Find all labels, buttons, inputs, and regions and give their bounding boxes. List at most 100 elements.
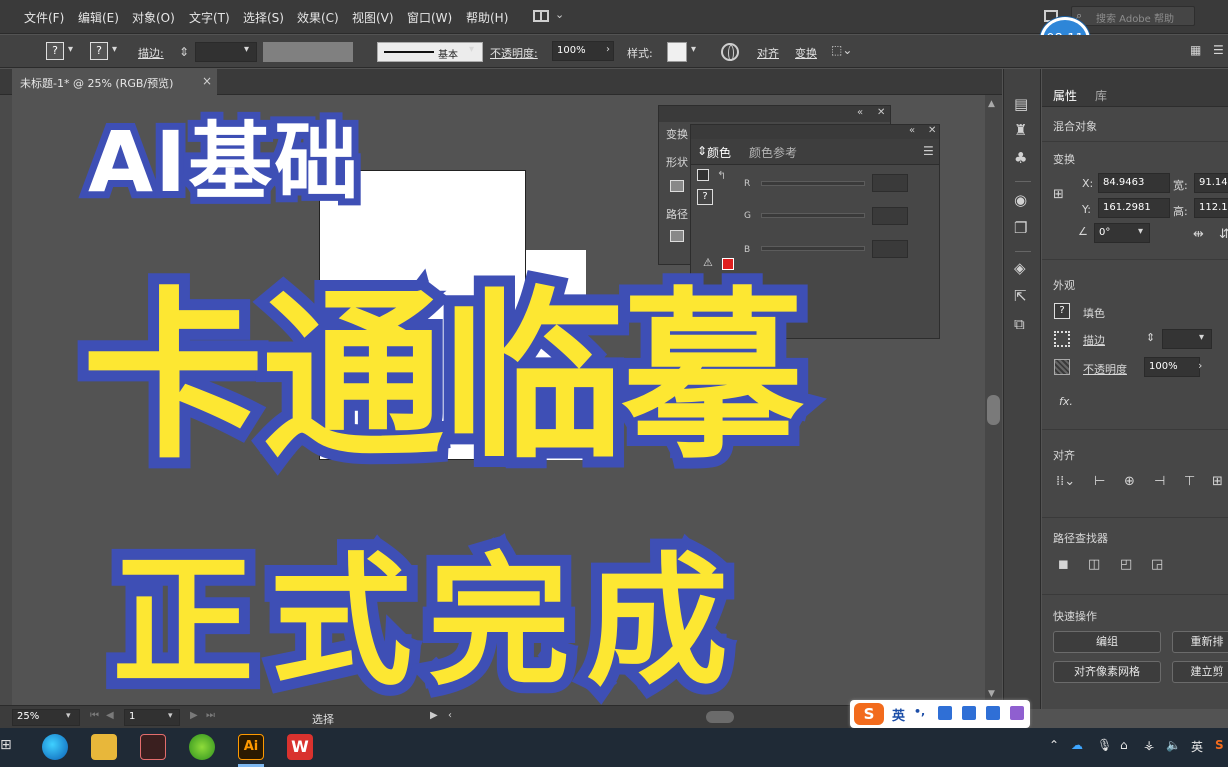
- chevron-right-icon[interactable]: ›: [606, 44, 610, 55]
- close-icon[interactable]: ×: [202, 74, 212, 88]
- close-icon[interactable]: ✕: [928, 125, 936, 136]
- transform-link[interactable]: 变换: [795, 45, 817, 61]
- sogou-tray-icon[interactable]: S: [1215, 738, 1224, 752]
- align-pixel-grid-button[interactable]: 对齐像素网格: [1053, 661, 1161, 683]
- sogou-logo[interactable]: S: [854, 703, 884, 725]
- fill-swatch[interactable]: ?: [1054, 303, 1070, 319]
- browser-icon[interactable]: [189, 734, 215, 760]
- power-icon[interactable]: ⌂: [1120, 738, 1128, 752]
- scroll-thumb[interactable]: [987, 395, 1000, 425]
- chevron-down-icon[interactable]: ▾: [168, 711, 173, 721]
- make-clipping-button[interactable]: 建立剪: [1172, 661, 1228, 683]
- chevron-down-icon[interactable]: ▾: [244, 44, 249, 55]
- unite-icon[interactable]: ◼: [1058, 557, 1069, 572]
- volume-icon[interactable]: 🔈: [1166, 738, 1181, 752]
- collapse-icon[interactable]: «: [909, 125, 915, 136]
- channel-r-value[interactable]: [872, 174, 908, 192]
- align-right-icon[interactable]: ⊣: [1154, 474, 1165, 489]
- menu-type[interactable]: 文字(T): [189, 9, 230, 26]
- onedrive-icon[interactable]: ☁: [1071, 738, 1083, 752]
- scroll-up-icon[interactable]: ▲: [988, 99, 995, 109]
- wps-icon[interactable]: W: [287, 734, 313, 760]
- properties-icon[interactable]: ▤: [1014, 95, 1028, 113]
- channel-b-value[interactable]: [872, 240, 908, 258]
- menu-edit[interactable]: 编辑(E): [78, 9, 119, 26]
- menu-help[interactable]: 帮助(H): [466, 9, 508, 26]
- microphone-icon[interactable]: 🎙: [1097, 738, 1112, 752]
- artboards-icon[interactable]: ⧉: [1014, 315, 1025, 333]
- opacity-label[interactable]: 不透明度:: [490, 45, 538, 61]
- stroke-swatch[interactable]: ?: [90, 42, 108, 60]
- edge-icon[interactable]: [42, 734, 68, 760]
- menu-effect[interactable]: 效果(C): [297, 9, 339, 26]
- flip-vertical-icon[interactable]: ⇵: [1219, 227, 1228, 242]
- skin-icon[interactable]: [986, 706, 1000, 720]
- panel-menu-icon[interactable]: ☰: [1213, 43, 1224, 57]
- opacity-label[interactable]: 不透明度: [1083, 361, 1127, 377]
- graphic-style-swatch[interactable]: [667, 42, 687, 62]
- tab-color-guide[interactable]: 颜色参考: [749, 144, 797, 161]
- tray-chevron-icon[interactable]: ⌃: [1049, 738, 1059, 752]
- chevron-down-icon[interactable]: ▾: [66, 711, 71, 721]
- layers-icon[interactable]: ◈: [1014, 259, 1026, 277]
- illustrator-icon[interactable]: Ai: [238, 734, 264, 760]
- chevron-down-icon[interactable]: ▾: [469, 44, 474, 55]
- stroke-swatch-mini[interactable]: ?: [697, 189, 713, 205]
- menu-object[interactable]: 对象(O): [132, 9, 175, 26]
- align-center-icon[interactable]: ⊕: [1124, 474, 1135, 489]
- intersect-icon[interactable]: ◰: [1120, 557, 1132, 572]
- tray-language[interactable]: 英: [1191, 738, 1203, 755]
- symbols-icon[interactable]: ♣: [1014, 149, 1027, 167]
- first-artboard-icon[interactable]: ⏮: [90, 710, 99, 721]
- align-top-icon[interactable]: ⊤: [1184, 474, 1195, 489]
- stepper-icon[interactable]: ⇕: [179, 45, 189, 59]
- reference-point-icon[interactable]: ⊞: [1053, 187, 1064, 202]
- chevron-down-icon[interactable]: ▾: [112, 44, 117, 55]
- group-button[interactable]: 编组: [1053, 631, 1161, 653]
- transform-tab[interactable]: 变换: [666, 126, 688, 142]
- close-icon[interactable]: ✕: [877, 107, 885, 118]
- panel-menu-icon[interactable]: ☰: [923, 144, 934, 158]
- fill-swatch[interactable]: ?: [46, 42, 64, 60]
- x-field[interactable]: 84.9463: [1098, 173, 1170, 193]
- chevron-down-icon[interactable]: ▾: [68, 44, 73, 55]
- microphone-icon[interactable]: [938, 706, 952, 720]
- export-icon[interactable]: ⇱: [1014, 287, 1027, 305]
- y-field[interactable]: 161.2981: [1098, 198, 1170, 218]
- opacity-field[interactable]: 100%: [552, 41, 614, 61]
- fx-icon[interactable]: fx.: [1059, 395, 1073, 408]
- stroke-label[interactable]: 描边: [1083, 332, 1105, 348]
- appearance-icon[interactable]: ◉: [1014, 191, 1027, 209]
- isolate-icon[interactable]: ⬚⌄: [831, 43, 852, 57]
- rearrange-button[interactable]: 重新排: [1172, 631, 1228, 653]
- height-field[interactable]: 112.1: [1194, 198, 1228, 218]
- fill-swatch-mini[interactable]: [697, 169, 709, 181]
- opacity-field[interactable]: 100%: [1144, 357, 1200, 377]
- app-icon[interactable]: [140, 734, 166, 760]
- width-field[interactable]: 91.14: [1194, 173, 1228, 193]
- variable-width-profile[interactable]: [263, 42, 353, 62]
- align-to-icon[interactable]: ⁞⁞⌄: [1056, 474, 1075, 489]
- align-link[interactable]: 对齐: [757, 45, 779, 61]
- align-left-icon[interactable]: ⊢: [1094, 474, 1105, 489]
- tab-color[interactable]: 颜色: [707, 144, 731, 161]
- chevron-down-icon[interactable]: ▾: [1138, 226, 1143, 237]
- menu-select[interactable]: 选择(S): [243, 9, 284, 26]
- horizontal-scroll-thumb[interactable]: [706, 711, 734, 723]
- help-search-input[interactable]: ⌕ 搜索 Adobe 帮助: [1071, 6, 1195, 26]
- minus-front-icon[interactable]: ◫: [1088, 557, 1100, 572]
- stroke-weight-field[interactable]: [1162, 329, 1212, 349]
- brushes-icon[interactable]: ♜: [1014, 121, 1027, 139]
- tab-libraries[interactable]: 库: [1095, 87, 1107, 104]
- ime-punctuation[interactable]: •,: [914, 705, 925, 718]
- task-view-icon[interactable]: ⊞: [0, 737, 12, 753]
- toolbox-icon[interactable]: [1010, 706, 1024, 720]
- channel-g-value[interactable]: [872, 207, 908, 225]
- tab-properties[interactable]: 属性: [1053, 87, 1077, 104]
- keyboard-icon[interactable]: [962, 706, 976, 720]
- stroke-label[interactable]: 描边:: [138, 45, 164, 61]
- exclude-icon[interactable]: ◲: [1151, 557, 1163, 572]
- graphic-styles-icon[interactable]: ❐: [1014, 219, 1027, 237]
- menu-window[interactable]: 窗口(W): [407, 9, 452, 26]
- document-tab[interactable]: 未标题-1* @ 25% (RGB/预览) ×: [12, 69, 217, 95]
